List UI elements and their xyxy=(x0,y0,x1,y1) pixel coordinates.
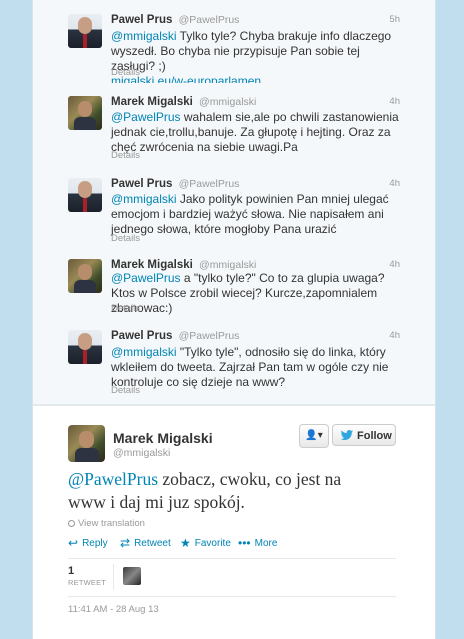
tweet-author-handle[interactable]: @PawelPrus xyxy=(179,14,240,26)
conversation-tweet[interactable]: Marek Migalski @mmigalski 4h @PawelPrus … xyxy=(33,83,435,166)
conversation-tweet[interactable]: Pawel Prus @PawelPrus 4h @mmigalski "Tyl… xyxy=(33,318,435,405)
divider xyxy=(68,596,396,597)
reply-label: Reply xyxy=(82,538,108,549)
user-dropdown-icon: 👤▾ xyxy=(305,430,323,441)
tweet-text: @PawelPrus a "tylko tyle?" Co to za glup… xyxy=(111,271,401,316)
tweet-author-name[interactable]: Pawel Prus xyxy=(111,330,172,342)
view-translation-link[interactable]: View translation xyxy=(68,518,145,529)
mention-link[interactable]: @PawelPrus xyxy=(68,469,158,489)
mention-link[interactable]: @PawelPrus xyxy=(111,271,181,285)
retweet-button[interactable]: ⇄ Retweet xyxy=(120,536,171,550)
tweet-author-handle[interactable]: @mmigalski xyxy=(199,259,256,271)
tweet-text: @mmigalski Tylko tyle? Chyba brakuje inf… xyxy=(111,29,401,89)
more-dots-icon: ••• xyxy=(238,536,251,550)
conversation-tweet[interactable]: Pawel Prus @PawelPrus 4h @mmigalski Jako… xyxy=(33,165,435,249)
expanded-tweet: Marek Migalski @mmigalski 👤▾ Follow @Paw… xyxy=(33,405,435,639)
reply-button[interactable]: ↩ Reply xyxy=(68,536,108,550)
follow-button[interactable]: Follow xyxy=(332,424,396,446)
details-link[interactable]: Details xyxy=(111,233,140,244)
globe-icon xyxy=(68,520,75,527)
mention-link[interactable]: @mmigalski xyxy=(111,192,177,206)
view-translation-label: View translation xyxy=(78,518,145,529)
user-actions-button[interactable]: 👤▾ xyxy=(299,424,329,448)
conversation-tweet[interactable]: Pawel Prus @PawelPrus 5h @mmigalski Tylk… xyxy=(33,0,435,88)
avatar[interactable] xyxy=(68,96,102,130)
mention-link[interactable]: @mmigalski xyxy=(111,29,177,43)
tweet-author-handle[interactable]: @mmigalski xyxy=(113,447,170,459)
tweet-author-name[interactable]: Marek Migalski xyxy=(111,96,193,108)
retweet-icon: ⇄ xyxy=(120,536,131,550)
favorite-label: Favorite xyxy=(194,538,231,549)
mention-link[interactable]: @PawelPrus xyxy=(111,110,181,124)
details-link[interactable]: Details xyxy=(111,303,140,314)
details-link[interactable]: Details xyxy=(111,150,140,161)
mention-link[interactable]: @mmigalski xyxy=(111,345,177,359)
tweet-author-name[interactable]: Marek Migalski xyxy=(111,259,193,271)
tweet-author-handle[interactable]: @PawelPrus xyxy=(179,178,240,190)
details-link[interactable]: Details xyxy=(111,385,140,396)
details-link[interactable]: Details xyxy=(111,67,140,78)
conversation-tweet[interactable]: Marek Migalski @mmigalski 4h @PawelPrus … xyxy=(33,248,435,319)
avatar[interactable] xyxy=(68,330,102,364)
avatar[interactable] xyxy=(68,259,102,293)
avatar[interactable] xyxy=(68,178,102,212)
tweet-timestamp[interactable]: 11:41 AM - 28 Aug 13 xyxy=(68,604,159,615)
timeline-column: Pawel Prus @PawelPrus 5h @mmigalski Tylk… xyxy=(32,0,436,639)
retweeter-avatar[interactable] xyxy=(123,567,141,585)
retweet-count[interactable]: 1 xyxy=(68,565,74,577)
tweet-author-name[interactable]: Pawel Prus xyxy=(111,14,172,26)
tweet-time[interactable]: 4h xyxy=(389,96,400,107)
tweet-text: @PawelPrus zobacz, cwoku, co jest na www… xyxy=(68,468,368,514)
tweet-author-name[interactable]: Pawel Prus xyxy=(111,178,172,190)
avatar[interactable] xyxy=(68,425,105,462)
tweet-time[interactable]: 5h xyxy=(389,14,400,25)
retweet-label: Retweet xyxy=(134,538,171,549)
follow-label: Follow xyxy=(357,430,392,442)
star-icon: ★ xyxy=(180,536,191,550)
tweet-author-handle[interactable]: @mmigalski xyxy=(199,96,256,108)
tweet-author-handle[interactable]: @PawelPrus xyxy=(179,330,240,342)
twitter-bird-icon xyxy=(340,430,354,441)
retweet-count-label: RETWEET xyxy=(68,578,107,587)
divider xyxy=(68,558,396,559)
tweet-time[interactable]: 4h xyxy=(389,330,400,341)
tweet-author-name[interactable]: Marek Migalski xyxy=(113,430,213,446)
avatar[interactable] xyxy=(68,14,102,48)
reply-icon: ↩ xyxy=(68,536,79,550)
favorite-button[interactable]: ★ Favorite xyxy=(180,536,231,550)
tweet-text: @PawelPrus wahalem sie,ale po chwili zas… xyxy=(111,110,401,155)
divider xyxy=(113,564,114,590)
tweet-time[interactable]: 4h xyxy=(389,178,400,189)
more-label: More xyxy=(254,538,278,549)
tweet-text: @mmigalski Jako polityk powinien Pan mni… xyxy=(111,192,401,237)
tweet-text: @mmigalski "Tylko tyle", odnosiło się do… xyxy=(111,345,401,390)
more-button[interactable]: ••• More xyxy=(238,536,277,550)
tweet-time[interactable]: 4h xyxy=(389,259,400,270)
